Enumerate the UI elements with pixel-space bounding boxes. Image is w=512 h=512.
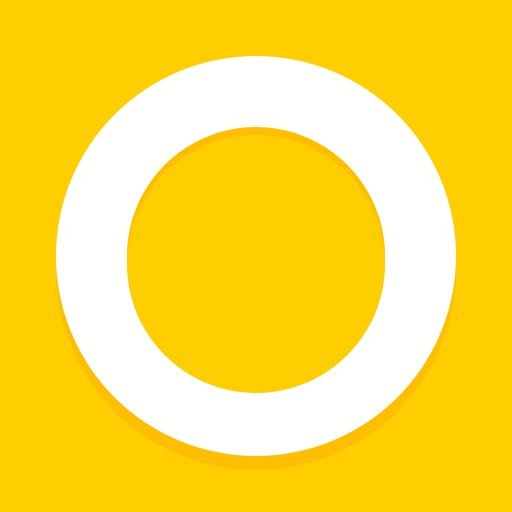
ring-hole [127, 135, 385, 393]
app-icon-canvas [0, 0, 512, 512]
ring-logo-icon [0, 0, 512, 512]
